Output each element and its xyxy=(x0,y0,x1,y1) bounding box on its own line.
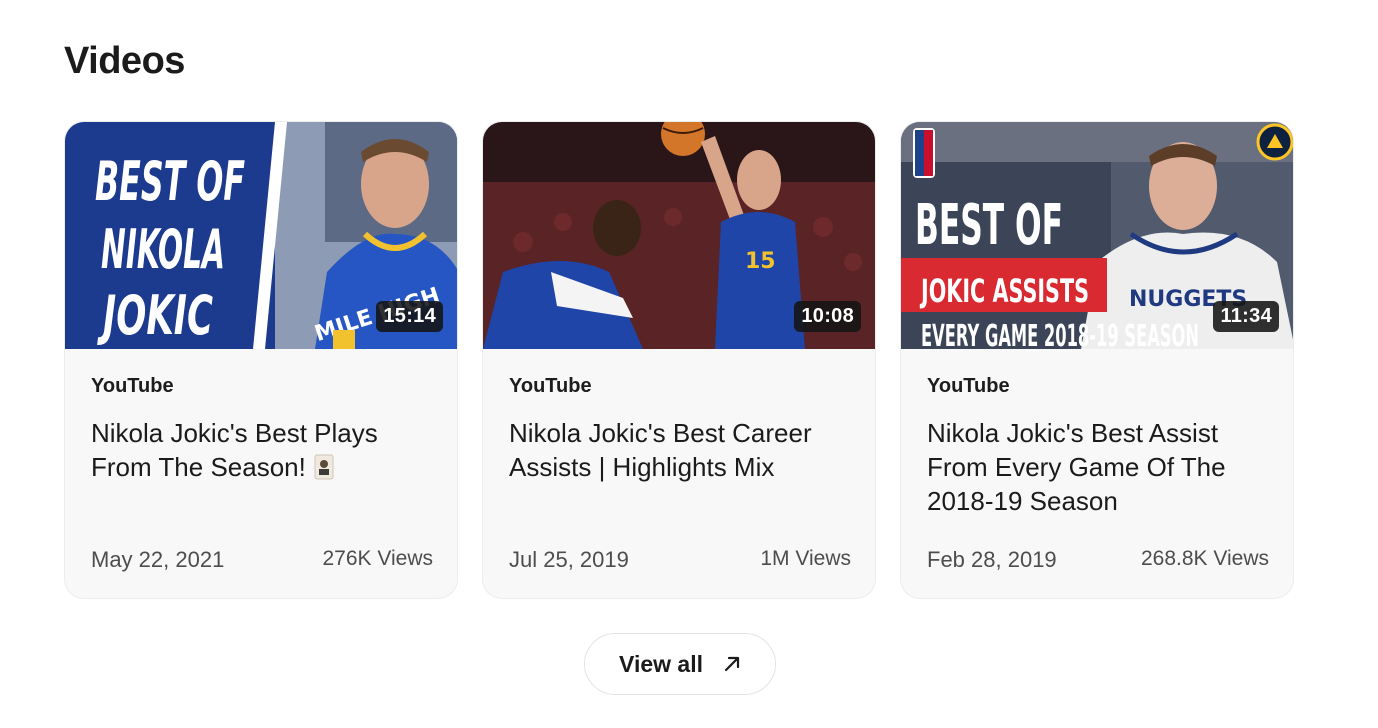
video-title[interactable]: Nikola Jokic's Best Plays From The Seaso… xyxy=(91,416,435,484)
video-source: YouTube xyxy=(509,375,592,397)
video-source: YouTube xyxy=(927,375,1010,397)
thumbnail-text: JOKIC xyxy=(97,284,213,347)
video-title-text: Nikola Jokic's Best Plays From The Seaso… xyxy=(91,418,378,482)
video-views: 1M Views xyxy=(760,547,851,570)
nba-logo-icon xyxy=(913,128,935,178)
video-card[interactable]: NUGGETS BEST OF JOKIC ASSISTS EVERY GAME… xyxy=(900,121,1294,599)
section-title: Videos xyxy=(64,40,185,82)
video-thumbnail[interactable]: 15 10:08 xyxy=(483,122,875,349)
video-card[interactable]: 15 10:08 YouTube Nikola Jokic's Best Car… xyxy=(482,121,876,599)
thumbnail-text: BEST OF xyxy=(95,150,245,213)
view-all-button[interactable]: View all xyxy=(584,633,776,695)
video-thumbnail[interactable]: NUGGETS BEST OF JOKIC ASSISTS EVERY GAME… xyxy=(901,122,1293,349)
thumbnail-text: EVERY GAME 2018-19 SEASON xyxy=(921,319,1199,349)
video-list: MILE HIGH BEST OF NIKOLA JOKIC 15:14 You… xyxy=(64,121,1294,599)
thumbnail-text: JOKIC ASSISTS xyxy=(920,272,1089,310)
video-title[interactable]: Nikola Jokic's Best Career Assists | Hig… xyxy=(509,416,853,484)
arrow-up-right-icon xyxy=(724,656,740,672)
duration-badge: 10:08 xyxy=(794,301,861,332)
view-all-label: View all xyxy=(619,650,703,677)
jersey-text: 15 xyxy=(745,249,776,274)
nuggets-logo-icon xyxy=(1256,123,1293,161)
duration-badge: 15:14 xyxy=(376,301,443,332)
duration-badge: 11:34 xyxy=(1213,301,1279,332)
video-source: YouTube xyxy=(91,375,174,397)
video-card[interactable]: MILE HIGH BEST OF NIKOLA JOKIC 15:14 You… xyxy=(64,121,458,599)
video-thumbnail[interactable]: MILE HIGH BEST OF NIKOLA JOKIC 15:14 xyxy=(65,122,457,349)
thumbnail-text: BEST OF xyxy=(915,193,1063,258)
video-title[interactable]: Nikola Jokic's Best Assist From Every Ga… xyxy=(927,416,1271,518)
video-date: Jul 25, 2019 xyxy=(509,547,629,572)
playing-card-emoji-icon xyxy=(314,454,334,480)
video-date: Feb 28, 2019 xyxy=(927,547,1057,572)
video-title-text: Nikola Jokic's Best Career Assists | Hig… xyxy=(509,418,812,482)
video-date: May 22, 2021 xyxy=(91,547,225,572)
video-views: 268.8K Views xyxy=(1140,547,1269,570)
video-title-text: Nikola Jokic's Best Assist From Every Ga… xyxy=(927,418,1226,516)
thumbnail-text: NIKOLA xyxy=(101,218,225,281)
video-views: 276K Views xyxy=(322,547,433,570)
